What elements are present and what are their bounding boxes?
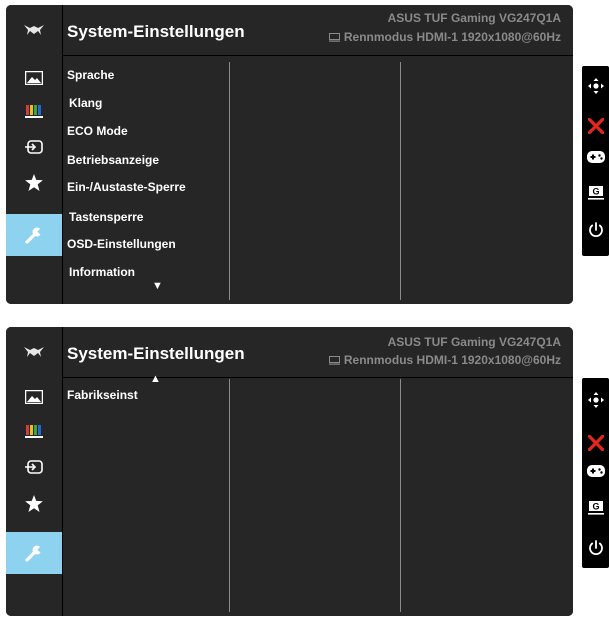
menu-item-osd-einstellungen[interactable]: OSD-Einstellungen [67,237,176,251]
joystick-button[interactable] [582,74,609,98]
menu-item-information[interactable]: Information [69,265,135,279]
settings-icon [25,227,43,244]
close-button[interactable] [582,114,609,138]
monitor-icon [328,32,340,42]
scroll-down-arrow-icon[interactable]: ▼ [152,281,163,292]
joystick-icon [587,78,604,94]
mode-text: Rennmodus HDMI-1 1920x1080@60Hz [343,30,561,44]
sidebar-item-color[interactable] [6,95,62,129]
control-bar-bottom: G [582,378,609,568]
osd-sidebar [6,5,62,304]
tuf-logo [6,327,62,377]
osd-header: System-Einstellungen ASUS TUF Gaming VG2… [63,5,573,56]
mode-status: Rennmodus HDMI-1 1920x1080@60Hz [328,30,561,44]
color-icon [25,425,43,438]
control-bar-top: G [582,66,609,256]
power-icon [588,540,603,555]
image-icon [25,71,43,85]
mode-text: Rennmodus HDMI-1 1920x1080@60Hz [343,353,561,367]
sidebar-item-input[interactable] [6,450,62,484]
mode-status: Rennmodus HDMI-1 1920x1080@60Hz [328,353,561,367]
monitor-icon [328,355,340,365]
osd-panel-top: System-Einstellungen ASUS TUF Gaming VG2… [6,5,573,304]
power-icon [588,222,603,237]
sidebar-item-color[interactable] [6,415,62,449]
svg-text:G: G [592,186,599,196]
close-button[interactable] [582,431,609,455]
osd-content: System-Einstellungen ASUS TUF Gaming VG2… [63,327,573,616]
menu-item-power-key-lock[interactable]: Ein-/Austaste-Sperre [67,180,186,194]
tuf-logo-icon [24,25,44,35]
settings-icon [25,545,43,562]
gameplus-icon: G [587,500,604,515]
input-icon [25,140,43,154]
menu-item-sprache[interactable]: Sprache [67,68,114,82]
favorite-icon [25,494,43,512]
model-name: ASUS TUF Gaming VG247Q1A [387,335,561,349]
scroll-up-arrow-icon[interactable]: ▲ [150,374,161,385]
color-icon [25,105,43,118]
osd-header: System-Einstellungen ASUS TUF Gaming VG2… [63,327,573,378]
power-button[interactable] [582,536,609,560]
model-name: ASUS TUF Gaming VG247Q1A [387,11,561,25]
tuf-logo [6,5,62,55]
page-title: System-Einstellungen [67,22,245,41]
column-divider [400,379,401,612]
page-title: System-Einstellungen [67,344,245,363]
tuf-logo-icon [24,347,44,357]
sidebar-item-favorite[interactable] [6,165,62,199]
gamevisual-button[interactable] [582,145,609,169]
osd-sidebar [6,327,62,616]
joystick-icon [587,392,604,408]
input-icon [25,460,43,474]
gamevisual-icon [586,151,605,163]
menu-item-klang[interactable]: Klang [69,96,102,110]
osd-panel-bottom: System-Einstellungen ASUS TUF Gaming VG2… [6,327,573,616]
close-icon [587,435,604,451]
sidebar-item-settings[interactable] [6,214,62,256]
gamevisual-icon [586,465,605,477]
menu-item-fabrikseinst[interactable]: Fabrikseinst [67,388,138,402]
svg-text:G: G [592,501,599,511]
sidebar-item-image[interactable] [6,61,62,95]
power-button[interactable] [582,218,609,242]
favorite-icon [25,173,43,191]
joystick-button[interactable] [582,388,609,412]
osd-content: System-Einstellungen ASUS TUF Gaming VG2… [63,5,573,304]
menu-item-tastensperre[interactable]: Tastensperre [69,210,143,224]
close-icon [587,118,604,134]
gameplus-button[interactable]: G [582,496,609,520]
gameplus-button[interactable]: G [582,181,609,205]
column-divider [229,379,230,612]
sidebar-item-settings[interactable] [6,532,62,574]
sidebar-item-input[interactable] [6,130,62,164]
menu-item-betriebsanzeige[interactable]: Betriebsanzeige [67,153,159,167]
gameplus-icon: G [587,185,604,200]
gamevisual-button[interactable] [582,459,609,483]
column-divider [400,62,401,300]
sidebar-item-image[interactable] [6,380,62,414]
menu-item-eco-mode[interactable]: ECO Mode [67,124,128,138]
sidebar-item-favorite[interactable] [6,486,62,520]
column-divider [229,62,230,300]
image-icon [25,390,43,404]
